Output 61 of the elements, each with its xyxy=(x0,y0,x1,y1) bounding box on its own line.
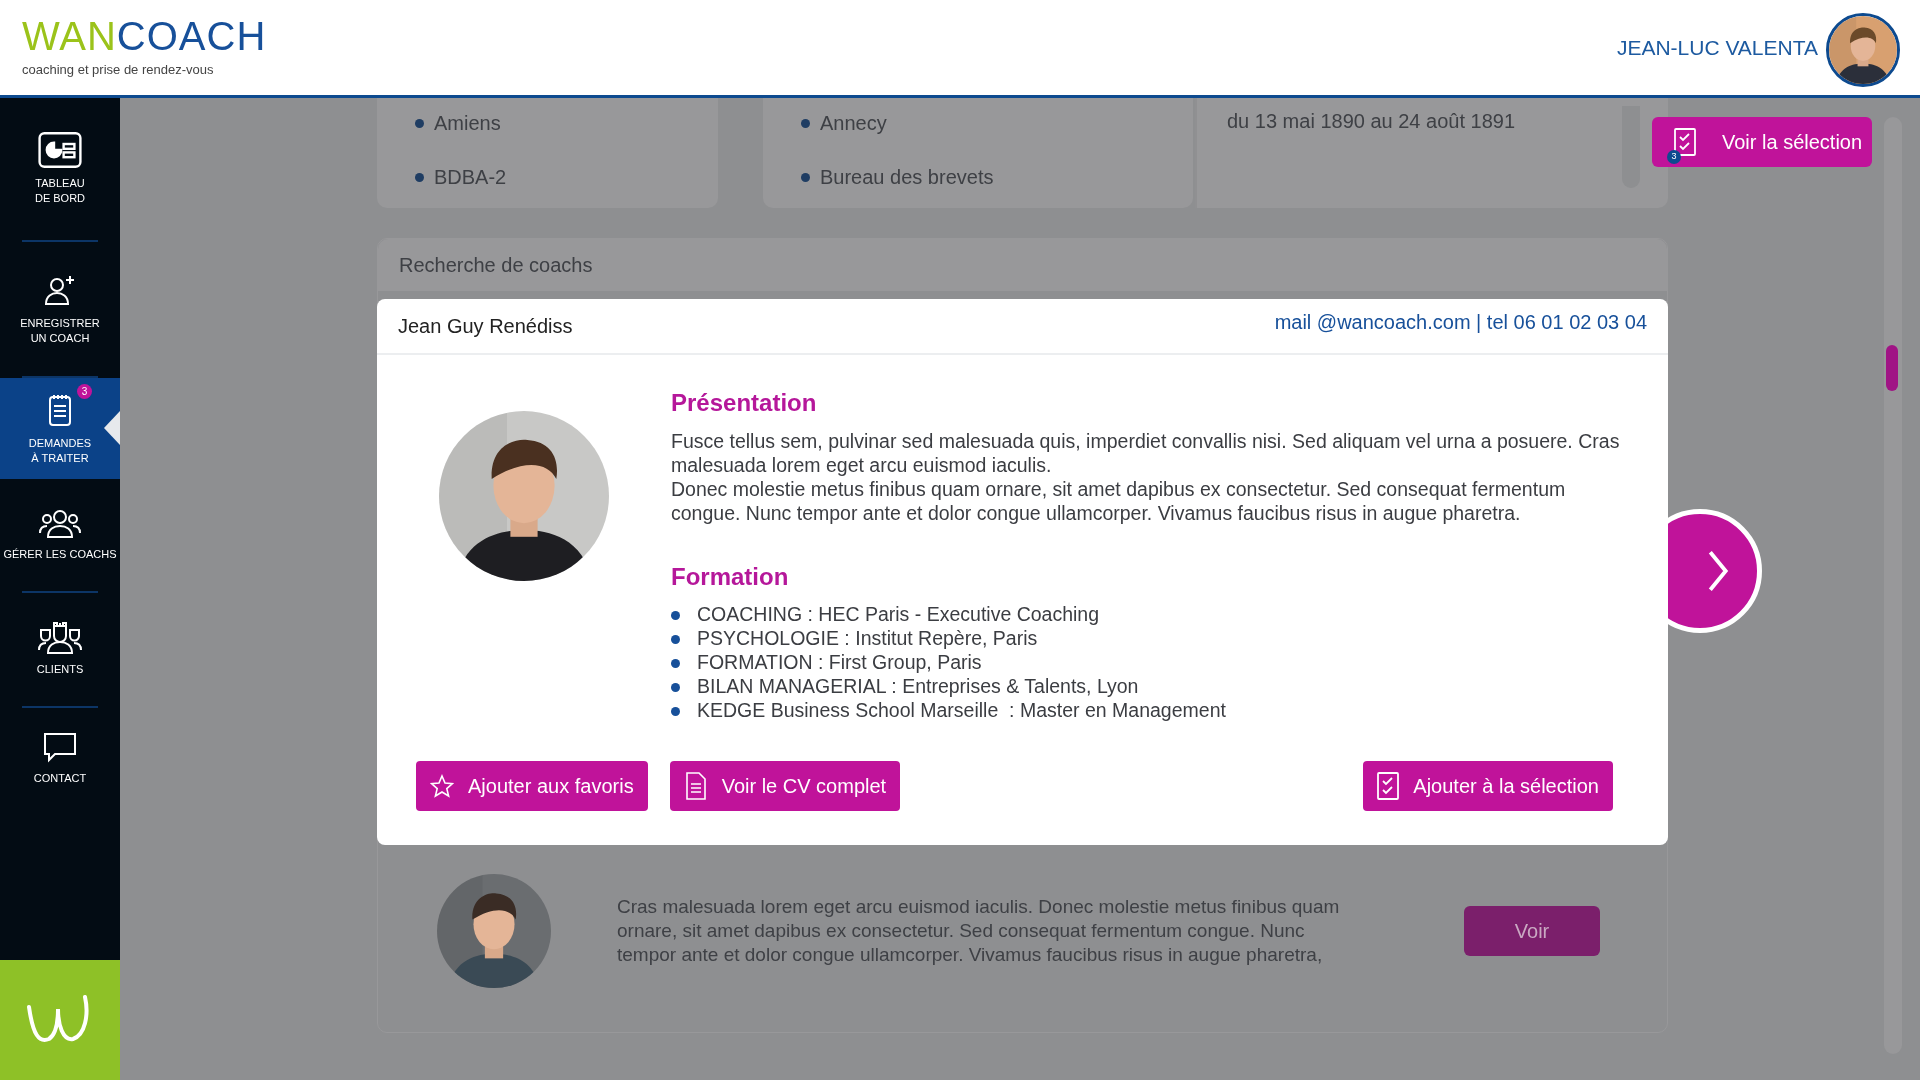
sidebar-item[interactable]: 3 DEMANDES À TRAITER xyxy=(0,378,120,479)
formation-item: COACHING : HEC Paris - Executive Coaching xyxy=(697,602,1100,628)
sidebar-item[interactable]: GÉRER LES COACHS xyxy=(0,479,120,591)
presentation-text: Fusce tellus sem, pulvinar sed malesuada quis, imperdiet convallis nisi. Sed aliquam vel urna a posuere. Cras malesuada lorem eget arcu euismod iaculis. xyxy=(671,429,1621,477)
logo-tagline: coaching et prise de rendez-vous xyxy=(22,60,215,79)
chevron-right-icon xyxy=(1707,549,1729,593)
action-button[interactable]: Voir le CV complet xyxy=(669,761,901,811)
list-item: Annecy xyxy=(820,111,887,136)
document-icon xyxy=(683,772,708,800)
chat-icon xyxy=(42,730,78,763)
bullet-icon xyxy=(415,118,424,128)
section-heading: Présentation xyxy=(671,388,818,418)
formation-item: PSYCHOLOGIE : Institut Repère, Paris xyxy=(697,626,1038,652)
bullet-icon xyxy=(415,172,424,182)
period-text: du 13 mai 1890 au 24 août 1891 xyxy=(1227,109,1516,134)
bullet-icon xyxy=(671,682,680,692)
sidebar-item[interactable]: CLIENTS xyxy=(0,593,120,706)
page-scrollbar[interactable] xyxy=(1884,117,1902,1054)
panel-title: Recherche de coachs xyxy=(399,253,593,278)
view-button[interactable]: Voir xyxy=(1464,906,1600,956)
bullet-icon xyxy=(671,634,680,644)
coach-summary: Cras malesuada lorem eget arcu euismod iaculis. Donec molestie metus finibus quam ornare, sit amet dapibus ex consectetur. Sed consequat fermentum congue. Nunc tempor ante et dolor congue ullamcorper. Vivamus faucibus risus in augue pharetra, xyxy=(617,895,1341,967)
formation-item: BILAN MANAGERIAL : Entreprises & Talents, Lyon xyxy=(697,674,1139,700)
sidebar-item[interactable]: TABLEAU DE BORD xyxy=(0,98,120,240)
bullet-icon xyxy=(671,658,680,668)
logo-wordmark: WANCOACH xyxy=(22,15,267,56)
star-icon xyxy=(430,774,454,798)
sidebar-label: CONTACT xyxy=(33,770,87,786)
user-name: JEAN-LUC VALENTA xyxy=(1616,35,1818,62)
user-avatar[interactable] xyxy=(1826,13,1900,87)
sidebar-label: TABLEAU DE BORD xyxy=(34,176,86,206)
bullet-icon xyxy=(801,118,810,128)
list-item: Amiens xyxy=(434,111,501,136)
sidebar-item[interactable]: CONTACT xyxy=(0,708,120,808)
action-button[interactable]: Ajouter à la sélection xyxy=(1363,761,1613,811)
sidebar-label: GÉRER LES COACHS xyxy=(3,546,117,562)
count-badge: 3 xyxy=(1667,150,1681,164)
group-icon xyxy=(38,508,82,539)
bullet-icon xyxy=(671,706,680,716)
coach-name: Jean Guy Renédiss xyxy=(398,314,573,339)
action-button[interactable]: Ajouter aux favoris xyxy=(416,761,648,811)
view-selection-button[interactable]: Voir la sélection 3 xyxy=(1652,117,1872,167)
sidebar-label: DEMANDES À TRAITER xyxy=(28,435,92,466)
bullet-icon xyxy=(671,610,680,620)
sidebar-label: CLIENTS xyxy=(36,662,84,677)
sidebar-label: ENREGISTRER UN COACH xyxy=(20,316,100,346)
checklist-icon xyxy=(1674,128,1696,156)
sidebar-item[interactable]: ENREGISTRER UN COACH xyxy=(0,242,120,376)
formation-item: KEDGE Business School Marseille : Master en Management xyxy=(697,698,1226,724)
section-heading: Formation xyxy=(671,562,790,592)
bullet-icon xyxy=(801,172,810,182)
pointer-icon xyxy=(104,411,120,445)
formation-item: FORMATION : First Group, Paris xyxy=(697,650,982,676)
clients-icon xyxy=(38,622,82,654)
presentation-text: Donec molestie metus finibus quam ornare, sit amet dapibus ex consectetur. Sed consequat fermentum congue. Nunc tempor ante et dolor congue ullamcorper. Vivamus faucibus risus in augue pharetra. xyxy=(671,477,1567,525)
contact-link[interactable]: mail @wancoach.com | tel 06 01 02 03 04 xyxy=(1274,307,1647,337)
scroll-thumb[interactable] xyxy=(1886,345,1898,391)
notification-badge: 3 xyxy=(77,383,92,399)
checklist-icon xyxy=(1377,772,1400,800)
list-item: Bureau des brevets xyxy=(820,165,994,190)
list-item: BDBA-2 xyxy=(434,165,507,190)
